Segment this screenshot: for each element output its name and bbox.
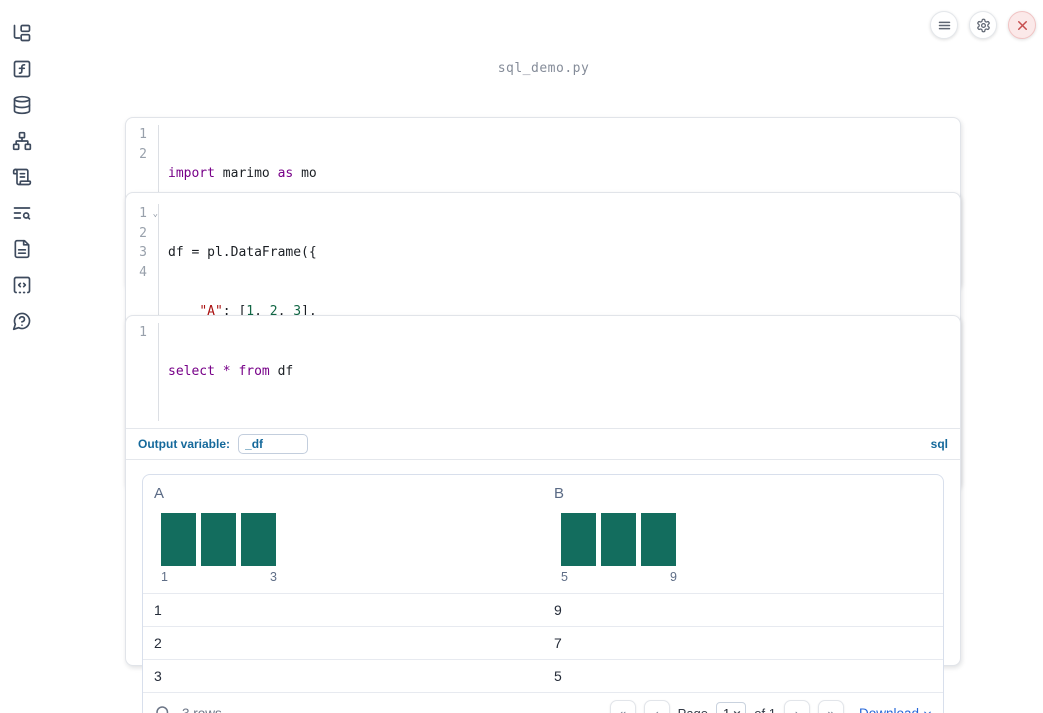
code-token: import	[168, 166, 215, 181]
snippets-code-icon[interactable]	[12, 275, 32, 295]
hamburger-menu-icon[interactable]	[930, 11, 958, 39]
datasources-database-icon[interactable]	[12, 95, 32, 115]
download-button[interactable]: Download	[859, 706, 933, 713]
page-select[interactable]: 1	[716, 702, 747, 713]
code-token: df	[269, 364, 294, 379]
code-token: select	[168, 364, 215, 379]
histogram-min-label: 5	[561, 569, 568, 584]
download-label: Download	[858, 705, 919, 713]
line-number: 2	[139, 225, 147, 241]
line-number: 2	[139, 146, 147, 162]
code-token: from	[238, 364, 270, 379]
line-number: 4	[139, 264, 147, 280]
line-number: 1	[139, 325, 147, 340]
code-line: import marimo as mo	[168, 164, 960, 184]
histogram-max-label: 9	[670, 569, 677, 584]
column-title: A	[154, 484, 165, 502]
chevron-down-icon	[732, 708, 742, 713]
sql-cell: 1 select * from df Output variable: sql …	[125, 315, 961, 713]
column-header-a: A 1 3	[143, 485, 543, 584]
cell-output-area: A 1 3 B 5 9 1 9 2 7 3 5 3 rows « ‹ Page …	[126, 460, 960, 713]
code-token: as	[277, 166, 294, 181]
next-page-button[interactable]: ›	[783, 700, 810, 713]
code-line: select * from df	[168, 362, 960, 382]
settings-gear-icon[interactable]	[969, 11, 997, 39]
file-explorer-tree-icon[interactable]	[12, 23, 32, 43]
histogram-bar	[641, 512, 676, 566]
column-header-b: B 5 9	[543, 485, 943, 584]
output-variable-input[interactable]	[238, 433, 309, 454]
column-histogram: 5 9	[561, 512, 677, 584]
table-row: 1 9	[143, 592, 943, 626]
output-variable-label: Output variable:	[138, 436, 231, 451]
help-chat-icon[interactable]	[12, 311, 32, 331]
search-icon[interactable]	[154, 704, 172, 713]
prev-page-button[interactable]: ‹	[643, 700, 670, 713]
histogram-bar	[601, 512, 636, 566]
histogram-bar	[241, 512, 276, 566]
panel-sidebar	[0, 0, 44, 713]
histogram-min-label: 1	[161, 569, 168, 584]
table-header: A 1 3 B 5 9	[143, 475, 943, 593]
table-cell: 3	[154, 667, 162, 684]
line-number-gutter: 1	[126, 323, 159, 421]
histogram-bar	[201, 512, 236, 566]
dataframe-table: A 1 3 B 5 9 1 9 2 7 3 5 3 rows « ‹ Page …	[142, 473, 944, 713]
output-variable-row: Output variable: sql	[126, 427, 960, 460]
code-line: df = pl.DataFrame({	[168, 245, 317, 260]
line-number: 1	[139, 127, 147, 142]
logs-scroll-icon[interactable]	[12, 167, 32, 187]
page-select-value: 1	[723, 705, 731, 713]
fold-chevron-icon[interactable]: ⌄	[153, 205, 158, 225]
code-token: mo	[293, 166, 317, 181]
last-page-button[interactable]: »	[817, 700, 844, 713]
helper-functions-icon[interactable]	[12, 59, 32, 79]
outline-search-icon[interactable]	[12, 203, 32, 223]
code-token: marimo	[214, 166, 278, 181]
chevron-down-icon	[922, 708, 933, 713]
pagination-controls: « ‹ Page 1 of 1 › » Download	[609, 700, 933, 713]
histogram-bar	[561, 512, 596, 566]
table-footer: 3 rows « ‹ Page 1 of 1 › » Download	[143, 691, 943, 713]
row-count: 3 rows	[182, 705, 222, 713]
code-token: *	[214, 364, 239, 379]
notebook-filename[interactable]: sql_demo.py	[44, 61, 1043, 76]
sql-editor[interactable]: select * from df	[159, 323, 960, 421]
notebook-actions	[930, 11, 1036, 39]
histogram-bar	[161, 512, 196, 566]
language-badge: sql	[930, 436, 948, 451]
table-cell: 1	[154, 601, 162, 618]
documentation-file-icon[interactable]	[12, 239, 32, 259]
table-row: 3 5	[143, 658, 943, 692]
page-label: Page	[677, 705, 709, 713]
column-title: B	[554, 484, 565, 502]
table-cell: 2	[154, 634, 162, 651]
table-cell: 9	[554, 601, 562, 618]
column-histogram: 1 3	[161, 512, 277, 584]
dependency-graph-icon[interactable]	[12, 131, 32, 151]
table-row: 2 7	[143, 625, 943, 659]
line-number: 1 ⌄	[126, 204, 158, 224]
page-total-label: of 1	[754, 705, 776, 713]
histogram-max-label: 3	[270, 569, 277, 584]
table-cell: 7	[554, 634, 562, 651]
shutdown-close-icon[interactable]	[1008, 11, 1036, 39]
table-cell: 5	[554, 667, 562, 684]
first-page-button[interactable]: «	[609, 700, 636, 713]
line-number: 3	[139, 245, 147, 260]
